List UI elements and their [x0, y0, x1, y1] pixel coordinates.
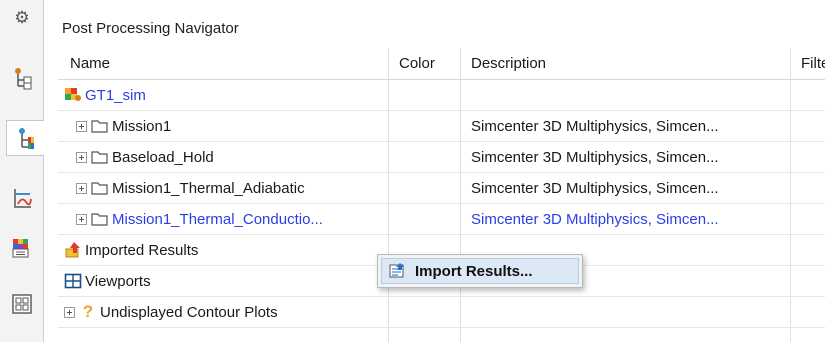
expand-toggle-icon[interactable] — [64, 306, 75, 318]
row-filter — [790, 80, 825, 110]
row-name: Viewports — [85, 272, 151, 290]
row-name: Mission1_Thermal_Conductio... — [112, 210, 323, 228]
folder-icon — [91, 210, 109, 228]
row-color — [388, 111, 460, 141]
row-name: Imported Results — [85, 241, 199, 259]
row-description — [460, 297, 790, 327]
row-color — [388, 142, 460, 172]
row-filter — [790, 235, 825, 265]
navigator-tree-table: Name Color Description Filte GT1_sim — [58, 48, 825, 342]
column-header-name[interactable]: Name — [58, 48, 388, 79]
xy-function-navigator-icon[interactable] — [4, 180, 40, 216]
row-name: Baseload_Hold — [112, 148, 214, 166]
row-name: Mission1_Thermal_Adiabatic — [112, 179, 305, 197]
imported-results-icon — [64, 241, 82, 259]
row-filter — [790, 142, 825, 172]
simulation-icon — [64, 86, 82, 104]
row-description — [460, 80, 790, 110]
row-name: Mission1 — [112, 117, 172, 135]
table-row[interactable]: Baseload_Hold Simcenter 3D Multiphysics,… — [58, 142, 825, 173]
row-filter — [790, 111, 825, 141]
row-filter — [790, 173, 825, 203]
gear-icon[interactable]: ⚙ — [12, 8, 32, 28]
folder-icon — [91, 179, 109, 197]
row-filter — [790, 266, 825, 296]
results-template-icon[interactable] — [4, 230, 40, 266]
resource-bar: ⚙ — [0, 0, 45, 342]
folder-icon — [91, 117, 109, 135]
row-name: Undisplayed Contour Plots — [100, 303, 278, 321]
row-name: GT1_sim — [85, 86, 146, 104]
row-filter — [790, 204, 825, 234]
expand-toggle-icon[interactable] — [76, 120, 87, 132]
column-header-filter[interactable]: Filte — [790, 48, 825, 79]
row-description: Simcenter 3D Multiphysics, Simcen... — [460, 142, 790, 172]
table-row[interactable]: ? Undisplayed Contour Plots — [58, 297, 825, 328]
question-mark-icon: ? — [82, 302, 94, 321]
table-row[interactable]: Mission1_Thermal_Conductio... Simcenter … — [58, 204, 825, 235]
import-results-menu-item[interactable]: Import Results... — [381, 258, 579, 284]
row-color — [388, 204, 460, 234]
menu-item-label: Import Results... — [415, 262, 533, 280]
column-header-color[interactable]: Color — [388, 48, 460, 79]
post-processing-navigator-tab-icon[interactable] — [6, 120, 45, 156]
expand-toggle-icon[interactable] — [76, 213, 87, 225]
post-processing-navigator-panel: Post Processing Navigator Name Color Des… — [44, 0, 825, 342]
table-row[interactable]: Mission1_Thermal_Adiabatic Simcenter 3D … — [58, 173, 825, 204]
layout-grid-icon[interactable] — [4, 286, 40, 322]
row-color — [388, 173, 460, 203]
viewports-icon — [64, 272, 82, 290]
part-navigator-tab-icon[interactable] — [4, 60, 40, 96]
table-row[interactable]: GT1_sim — [58, 80, 825, 111]
expand-toggle-icon[interactable] — [76, 151, 87, 163]
import-results-icon — [388, 262, 406, 280]
column-header-description[interactable]: Description — [460, 48, 790, 79]
row-description: Simcenter 3D Multiphysics, Simcen... — [460, 204, 790, 234]
row-description: Simcenter 3D Multiphysics, Simcen... — [460, 111, 790, 141]
expand-toggle-icon[interactable] — [76, 182, 87, 194]
row-filter — [790, 297, 825, 327]
panel-title: Post Processing Navigator — [62, 20, 239, 37]
folder-icon — [91, 148, 109, 166]
row-description: Simcenter 3D Multiphysics, Simcen... — [460, 173, 790, 203]
row-color — [388, 80, 460, 110]
context-menu: Import Results... — [377, 254, 583, 288]
table-row[interactable]: Mission1 Simcenter 3D Multiphysics, Simc… — [58, 111, 825, 142]
empty-row — [58, 328, 825, 342]
row-color — [388, 297, 460, 327]
table-header: Name Color Description Filte — [58, 48, 825, 80]
